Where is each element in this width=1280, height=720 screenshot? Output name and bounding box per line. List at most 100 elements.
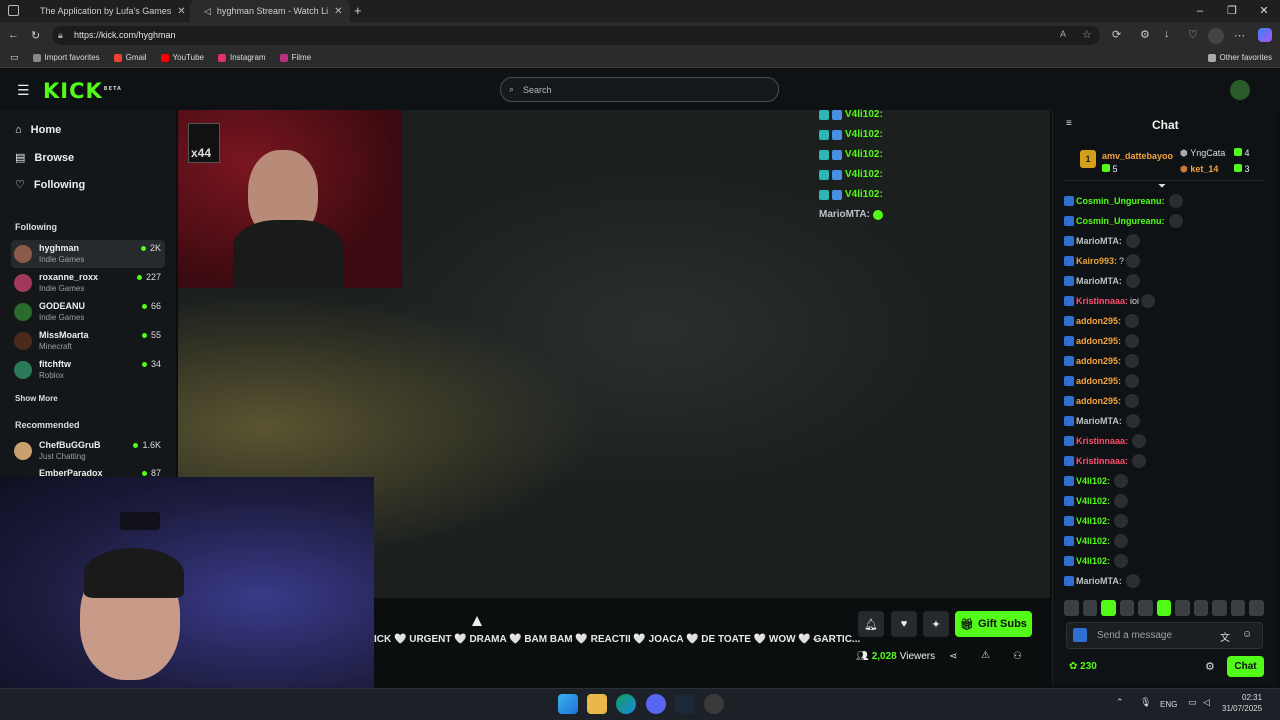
volume-icon[interactable]: ◁: [1203, 697, 1210, 708]
sidebar-channel[interactable]: hyghman Indie Games 2K: [11, 240, 165, 268]
chat-username[interactable]: MarioMTA:: [1076, 276, 1122, 286]
bookmark-import[interactable]: Import favorites: [32, 53, 100, 62]
nav-home[interactable]: ⌂ Home: [15, 124, 61, 136]
bookmark-filme[interactable]: Filme: [279, 53, 311, 62]
other-favorites[interactable]: Other favorites: [1207, 53, 1272, 62]
tab-lufa[interactable]: The Application by Lufa's Games ✕: [26, 0, 188, 22]
bookmark-youtube[interactable]: YouTube: [160, 53, 204, 62]
file-explorer-icon[interactable]: [587, 694, 607, 714]
chat-username[interactable]: Kristinnaaa:: [1076, 456, 1128, 466]
chat-username[interactable]: Cosmin_Ungureanu:: [1076, 196, 1165, 206]
show-more-link[interactable]: Show More: [15, 394, 58, 403]
chat-message[interactable]: addon295:: [1064, 314, 1140, 328]
chat-message[interactable]: V4li102:: [1064, 514, 1129, 528]
chat-username[interactable]: V4li102:: [1076, 516, 1110, 526]
emote-icon[interactable]: [1119, 600, 1135, 616]
close-window-icon[interactable]: ✕: [1248, 0, 1280, 22]
chevron-down-icon[interactable]: ⌄: [811, 633, 819, 644]
network-icon[interactable]: ▭: [1188, 697, 1197, 708]
back-icon[interactable]: ←: [8, 29, 19, 41]
chat-message[interactable]: V4li102:: [1064, 494, 1129, 508]
more-user-icon[interactable]: ⚇: [1013, 651, 1022, 662]
chat-message[interactable]: MarioMTA:: [1064, 414, 1140, 428]
second-gifter[interactable]: ⬢ YngCata: [1180, 148, 1225, 159]
copilot-icon[interactable]: [1258, 28, 1272, 42]
edge-icon[interactable]: [616, 694, 636, 714]
follow-button[interactable]: ♥: [891, 611, 917, 637]
clip-button[interactable]: ✦: [923, 611, 949, 637]
maximize-icon[interactable]: ❐: [1216, 0, 1248, 22]
obs-icon[interactable]: [704, 694, 724, 714]
read-aloud-icon[interactable]: A: [1060, 29, 1066, 39]
tray-chevron-icon[interactable]: ⌃: [1116, 697, 1124, 708]
chat-username[interactable]: MarioMTA:: [1076, 236, 1122, 246]
chat-username[interactable]: addon295:: [1076, 396, 1121, 406]
more-icon[interactable]: ⋯: [1234, 29, 1245, 42]
chat-message[interactable]: addon295:: [1064, 374, 1140, 388]
chat-message[interactable]: V4li102:: [1064, 554, 1129, 568]
kick-logo[interactable]: KICKBETA: [43, 79, 122, 103]
sidebar-channel[interactable]: MissMoarta Minecraft 55: [11, 327, 165, 355]
close-icon[interactable]: ✕: [177, 6, 185, 17]
chat-username[interactable]: MarioMTA:: [1076, 576, 1122, 586]
sidebar-channel[interactable]: roxanne_roxx Indie Games 227: [11, 269, 165, 297]
sidebar-channel[interactable]: fitchftw Roblox 34: [11, 356, 165, 384]
language-indicator[interactable]: ENG: [1160, 700, 1177, 709]
favorite-star-icon[interactable]: ☆: [1082, 28, 1092, 41]
start-icon[interactable]: [558, 694, 578, 714]
emote-icon[interactable]: [1212, 600, 1227, 616]
minimize-icon[interactable]: –: [1184, 0, 1216, 22]
microphone-icon[interactable]: 🎙︎: [1140, 697, 1151, 708]
chat-username[interactable]: addon295:: [1076, 356, 1121, 366]
chat-message[interactable]: addon295:: [1064, 334, 1140, 348]
chat-username[interactable]: V4li102:: [1076, 476, 1110, 486]
chat-message[interactable]: Kristinnaaa:: [1064, 454, 1147, 468]
new-tab-icon[interactable]: +: [354, 3, 362, 18]
sidebar-channel[interactable]: ChefBuGGruB Just Chatting 1.6K: [11, 437, 165, 465]
favorites-icon[interactable]: ♡: [1188, 28, 1198, 41]
chat-username[interactable]: Cosmin_Ungureanu:: [1076, 216, 1165, 226]
chat-message[interactable]: V4li102:: [1064, 534, 1129, 548]
chat-message[interactable]: addon295:: [1064, 354, 1140, 368]
sidebar-toggle-icon[interactable]: ▭: [10, 52, 19, 63]
top-gifter-name[interactable]: amv_dattebayoo: [1102, 151, 1173, 161]
chat-username[interactable]: addon295:: [1076, 336, 1121, 346]
search-input[interactable]: Search: [500, 77, 779, 102]
chat-message[interactable]: addon295:: [1064, 394, 1140, 408]
chat-username[interactable]: Kristinnaaa:: [1076, 436, 1128, 446]
collapse-chat-icon[interactable]: ≡: [1066, 118, 1072, 129]
emote-icon[interactable]: [1193, 600, 1209, 616]
third-gifter[interactable]: ⬢ ket_14: [1180, 164, 1218, 175]
discord-icon[interactable]: [646, 694, 666, 714]
download-icon[interactable]: ↓: [1164, 28, 1170, 40]
filter-icon[interactable]: ⏷: [1158, 181, 1166, 192]
tab-actions-icon[interactable]: [8, 5, 19, 16]
chat-username[interactable]: Kairo993:: [1076, 256, 1117, 266]
emote-icon[interactable]: [1175, 600, 1190, 616]
nav-browse[interactable]: ▤ Browse: [15, 151, 74, 165]
emote-icon[interactable]: [1230, 600, 1246, 616]
nav-following[interactable]: ♡ Following: [15, 178, 85, 192]
bookmark-instagram[interactable]: Instagram: [217, 53, 266, 62]
chat-message-input[interactable]: Send a message: [1066, 622, 1263, 649]
chat-message[interactable]: Kristinnaaa: ioi: [1064, 294, 1156, 308]
chat-message[interactable]: Cosmin_Ungureanu:: [1064, 194, 1183, 208]
refresh-icon[interactable]: ↻: [31, 29, 40, 42]
share-icon[interactable]: ⋖: [949, 651, 957, 662]
chat-message[interactable]: V4li102:: [1064, 474, 1129, 488]
user-avatar[interactable]: [1230, 80, 1250, 100]
notification-bell-button[interactable]: 🔔︎: [858, 611, 884, 637]
speaker-icon[interactable]: ◁: [204, 6, 211, 17]
extension-icon[interactable]: ⟳: [1112, 28, 1121, 41]
menu-icon[interactable]: ☰: [17, 82, 30, 99]
sidebar-channel[interactable]: GODEANU Indie Games 66: [11, 298, 165, 326]
chat-message[interactable]: MarioMTA:: [1064, 574, 1140, 588]
url-field[interactable]: https://kick.com/hyghman: [52, 26, 1100, 45]
chat-message[interactable]: MarioMTA:: [1064, 234, 1140, 248]
profile-avatar[interactable]: [1208, 28, 1224, 44]
emote-icon[interactable]: [1156, 600, 1172, 616]
chat-message[interactable]: Kairo993:?: [1064, 254, 1141, 268]
emote-icon[interactable]: [1249, 600, 1265, 616]
chat-username[interactable]: addon295:: [1076, 316, 1121, 326]
chat-username[interactable]: addon295:: [1076, 376, 1121, 386]
